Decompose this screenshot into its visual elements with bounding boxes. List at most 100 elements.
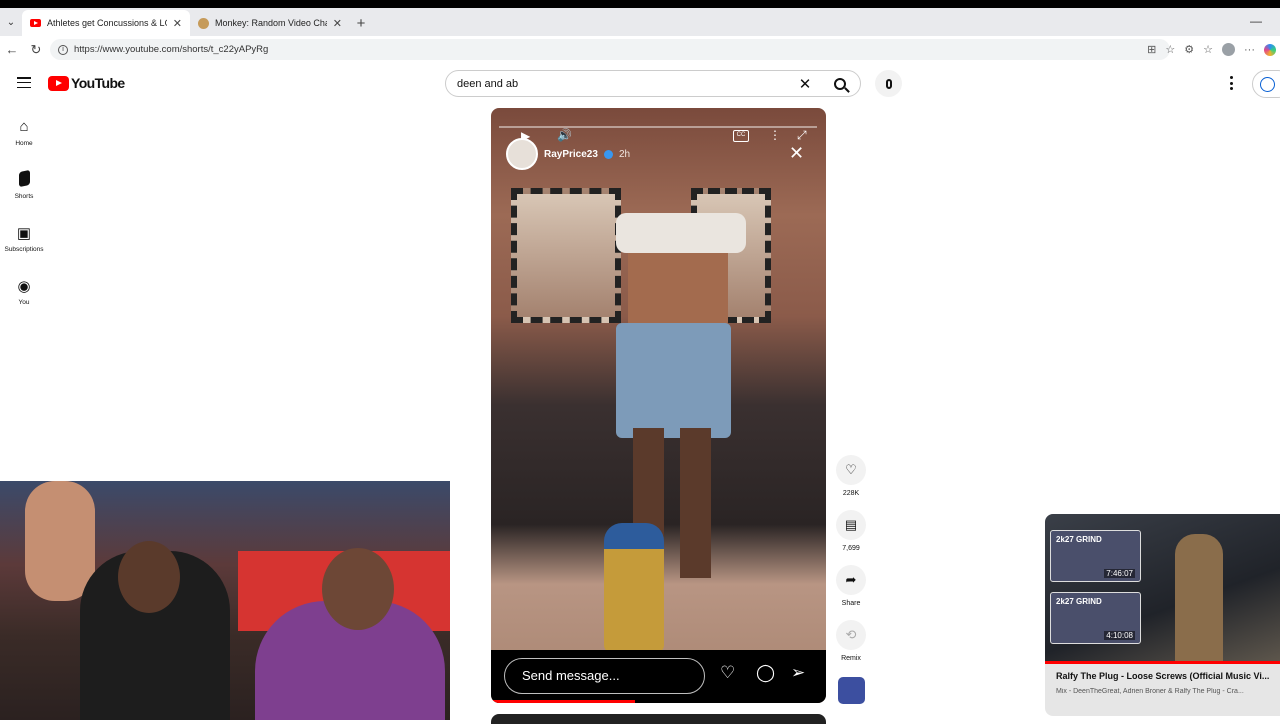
guide-label: You [18, 299, 30, 306]
share-label: Share [841, 600, 861, 607]
tab-title: Monkey: Random Video Chat | Tal [215, 18, 327, 28]
webcam-overlay [0, 481, 450, 720]
verified-badge-icon [603, 149, 613, 159]
share-arrow-icon[interactable]: ➦ [836, 565, 866, 595]
send-icon[interactable]: ➢ [791, 663, 805, 683]
miniplayer-video[interactable]: 2k27 GRIND 7:46:07 2k27 GRIND 4:10:08 [1045, 514, 1280, 661]
video-scene-bust [604, 523, 664, 653]
tab-actions-menu-icon[interactable]: ⌄ [0, 8, 22, 36]
heart-icon[interactable]: ♡ [720, 663, 735, 683]
sound-thumbnail[interactable] [837, 677, 865, 704]
miniplayer-thumb[interactable]: 2k27 GRIND 4:10:08 [1050, 592, 1141, 644]
guide-item-subscriptions[interactable]: ▣ Subscriptions [0, 218, 48, 271]
url-text[interactable]: https://www.youtube.com/shorts/t_c22yAPy… [74, 44, 268, 55]
search-button[interactable] [820, 71, 860, 96]
youtube-logo[interactable]: YouTube [48, 75, 125, 91]
youtube-favicon-icon [30, 19, 41, 27]
close-tab-icon[interactable]: ✕ [333, 17, 342, 30]
story-user-avatar[interactable] [506, 138, 538, 170]
remix-label: Remix [841, 655, 861, 662]
guide-item-home[interactable]: ⌂ Home [0, 112, 48, 165]
copilot-icon[interactable] [1264, 43, 1276, 56]
thumb-label: 2k27 GRIND [1056, 597, 1102, 606]
back-icon[interactable]: ← [0, 42, 24, 57]
close-tab-icon[interactable]: ✕ [173, 17, 182, 30]
address-bar-row: ← ↻ i https://www.youtube.com/shorts/t_c… [0, 36, 1280, 63]
story-close-icon[interactable]: ✕ [789, 143, 804, 164]
shorts-action-bar: ♡ 228K ▤ 7,699 ➦ Share ⟲ Remix [830, 455, 872, 704]
guide-label: Shorts [14, 193, 34, 200]
guide-item-you[interactable]: ◉ You [0, 271, 48, 324]
collections-icon[interactable]: ☆ [1203, 43, 1213, 56]
fullscreen-icon[interactable]: ⤢ [797, 128, 807, 143]
miniplayer-scene-person [1175, 534, 1223, 661]
video-scene-shirt [616, 213, 746, 253]
story-time: 2h [618, 148, 631, 160]
account-icon [1260, 76, 1275, 92]
subscriptions-icon: ▣ [16, 225, 32, 242]
settings-more-icon[interactable]: ··· [1244, 44, 1255, 56]
webcam-scene-person [25, 481, 95, 601]
sign-in-button[interactable] [1252, 70, 1280, 98]
thumb-label: 2k27 GRIND [1056, 535, 1102, 544]
favorite-star-icon[interactable]: ☆ [1165, 43, 1175, 56]
window-top-edge [0, 0, 1280, 8]
miniplayer-subtitle: Mix - DeenTheGreat, Adrien Broner & Ralf… [1056, 688, 1244, 695]
comment-bubble-icon[interactable]: ◯ [756, 663, 775, 683]
story-message-bar: Send message... ♡ ◯ ➢ [491, 650, 826, 703]
voice-search-button[interactable] [875, 70, 902, 97]
guide-label: Subscriptions [4, 246, 44, 253]
miniplayer[interactable]: 2k27 GRIND 7:46:07 2k27 GRIND 4:10:08 Ra… [1045, 514, 1280, 716]
guide-label: Home [15, 140, 33, 147]
comment-icon[interactable]: ▤ [836, 510, 866, 540]
youtube-play-logo-icon [48, 75, 69, 91]
shorts-video-player[interactable]: ▶ 🔊 CC ⋮ ⤢ RayPrice23 2h ✕ Send message.… [491, 108, 826, 703]
remix-action[interactable]: ⟲ Remix [830, 620, 872, 675]
miniplayer-thumb[interactable]: 2k27 GRIND 7:46:07 [1050, 530, 1141, 582]
youtube-wordmark: YouTube [71, 75, 125, 91]
more-options-icon[interactable]: ⋮ [769, 128, 781, 142]
comment-count: 7,699 [842, 545, 860, 552]
guide-item-shorts[interactable]: Shorts [0, 165, 48, 218]
browser-tab-strip: ⌄ Athletes get Concussions & LOSE ✕ Monk… [0, 8, 1280, 36]
minimize-window-button[interactable]: — [1250, 14, 1262, 28]
app-available-icon[interactable]: ⊞ [1147, 43, 1156, 56]
captions-icon[interactable]: CC [733, 130, 749, 142]
send-message-field[interactable]: Send message... [504, 658, 705, 694]
tab-title: Athletes get Concussions & LOSE [47, 18, 167, 28]
shorts-icon [18, 169, 30, 189]
search-box[interactable]: deen and ab ✕ [445, 70, 861, 97]
mini-guide: ⌂ Home Shorts ▣ Subscriptions ◉ You [0, 112, 48, 324]
like-action[interactable]: ♡ 228K [830, 455, 872, 510]
new-tab-button[interactable]: + [350, 10, 372, 36]
reload-icon[interactable]: ↻ [24, 42, 48, 58]
monkey-favicon-icon [198, 17, 209, 29]
home-icon: ⌂ [19, 118, 29, 135]
story-header: RayPrice23 2h [506, 138, 630, 170]
video-scene-mirror [511, 188, 621, 323]
site-info-icon[interactable]: i [58, 44, 68, 55]
miniplayer-title[interactable]: Ralfy The Plug - Loose Screws (Official … [1056, 671, 1274, 681]
video-scene-shorts [616, 323, 731, 438]
story-username[interactable]: RayPrice23 [544, 149, 598, 160]
miniplayer-progress [1045, 661, 1280, 664]
webcam-scene-head [322, 548, 394, 630]
remix-icon[interactable]: ⟲ [836, 620, 866, 650]
extensions-icon[interactable]: ⚙ [1184, 43, 1194, 56]
share-action[interactable]: ➦ Share [830, 565, 872, 620]
next-short-preview[interactable] [491, 714, 826, 724]
tab-monkey[interactable]: Monkey: Random Video Chat | Tal ✕ [190, 10, 350, 36]
settings-kebab-icon[interactable] [1224, 76, 1238, 92]
like-heart-icon[interactable]: ♡ [836, 455, 866, 485]
tab-youtube[interactable]: Athletes get Concussions & LOSE ✕ [22, 10, 190, 36]
address-bar[interactable]: i https://www.youtube.com/shorts/t_c22yA… [50, 39, 1170, 60]
search-input[interactable]: deen and ab [457, 78, 790, 90]
you-icon: ◉ [17, 278, 31, 295]
search-icon [834, 77, 846, 90]
guide-menu-icon[interactable] [17, 77, 31, 89]
like-count: 228K [842, 490, 860, 497]
comment-action[interactable]: ▤ 7,699 [830, 510, 872, 565]
clear-search-icon[interactable]: ✕ [790, 75, 820, 93]
profile-avatar[interactable] [1222, 43, 1235, 56]
shorts-progress-bar[interactable] [491, 700, 636, 703]
